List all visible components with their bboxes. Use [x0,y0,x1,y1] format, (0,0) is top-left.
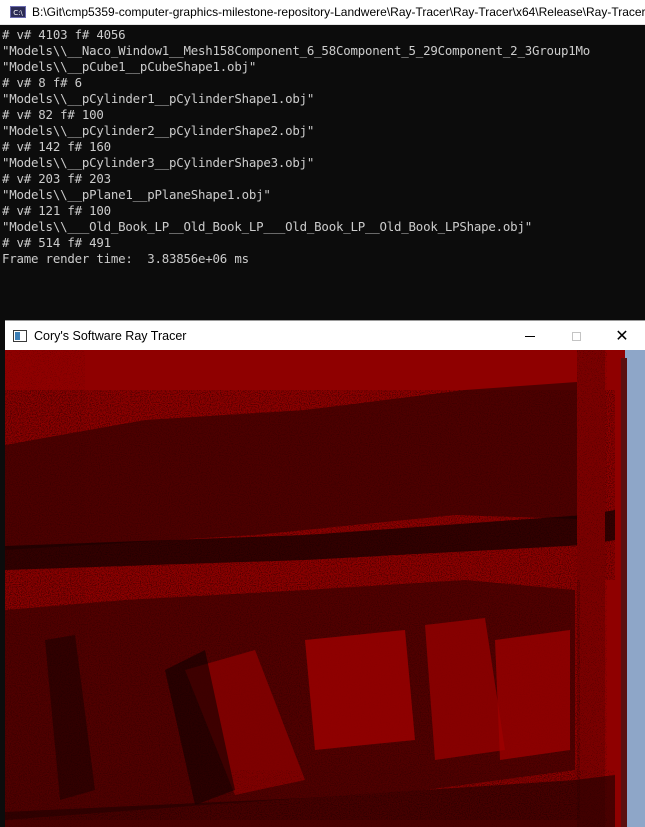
render-time-line: Frame render time: 3.83856e+06 ms [2,251,249,266]
console-line: "Models\\__pCylinder3__pCylinderShape3.o… [2,155,315,170]
console-line: "Models\\__pPlane1__pPlaneShape1.obj" [2,187,271,202]
maximize-button[interactable] [553,321,599,351]
console-line: "Models\\___Old_Book_LP__Old_Book_LP___O… [2,219,532,234]
shelf-divider-grain [577,350,607,827]
console-line: # v# 203 f# 203 [2,171,111,186]
left-wall-grain [5,350,85,827]
console-line: # v# 514 f# 491 [2,235,111,250]
console-app-icon: C:\ [10,6,26,18]
console-line: # v# 121 f# 100 [2,203,111,218]
maximize-icon [571,331,581,341]
bottom-grain [5,770,615,827]
ray-tracer-titlebar[interactable]: Cory's Software Ray Tracer ✕ [5,320,645,351]
minimize-button[interactable] [507,321,553,351]
window-app-icon [13,330,27,342]
ray-tracer-window: Cory's Software Ray Tracer ✕ [5,320,645,827]
console-line: "Models\\__pCylinder2__pCylinderShape2.o… [2,123,315,138]
console-line: # v# 4103 f# 4056 [2,27,126,42]
console-titlebar[interactable]: C:\ B:\Git\cmp5359-computer-graphics-mil… [0,0,645,25]
close-button[interactable]: ✕ [599,321,645,351]
rendered-image [5,350,645,827]
sky-strip [625,350,645,827]
ray-tracer-title: Cory's Software Ray Tracer [34,329,187,343]
console-line: # v# 82 f# 100 [2,107,104,122]
render-canvas[interactable] [5,350,645,827]
console-title: B:\Git\cmp5359-computer-graphics-milesto… [32,5,645,19]
book-face-4 [495,630,570,760]
close-icon: ✕ [615,326,629,345]
window-controls: ✕ [507,321,645,351]
sky-edge [621,358,627,827]
console-line: # v# 8 f# 6 [2,75,82,90]
book-face-1 [305,630,415,750]
console-window: C:\ B:\Git\cmp5359-computer-graphics-mil… [0,0,645,322]
minimize-icon [525,335,535,337]
console-line: "Models\\__Naco_Window1__Mesh158Componen… [2,43,591,58]
console-line: "Models\\__pCylinder1__pCylinderShape1.o… [2,91,315,106]
console-output[interactable]: # v# 4103 f# 4056 "Models\\__Naco_Window… [0,27,645,322]
console-line: "Models\\__pCube1__pCubeShape1.obj" [2,59,257,74]
console-line: # v# 142 f# 160 [2,139,111,154]
